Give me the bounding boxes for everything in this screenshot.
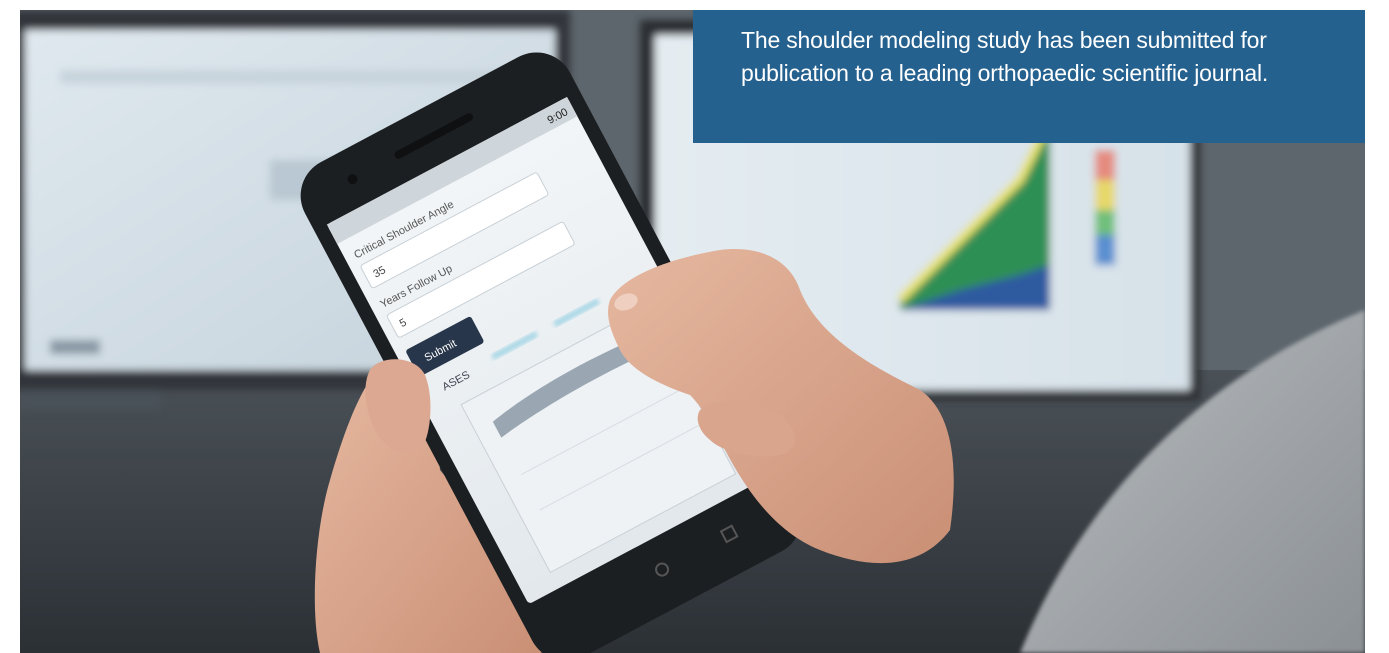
caption-text: The shoulder modeling study has been sub…	[741, 27, 1269, 86]
photo: 9:00 Critical Shoulder Angle 35 Years Fo…	[20, 10, 1365, 653]
caption-box: The shoulder modeling study has been sub…	[693, 10, 1365, 143]
